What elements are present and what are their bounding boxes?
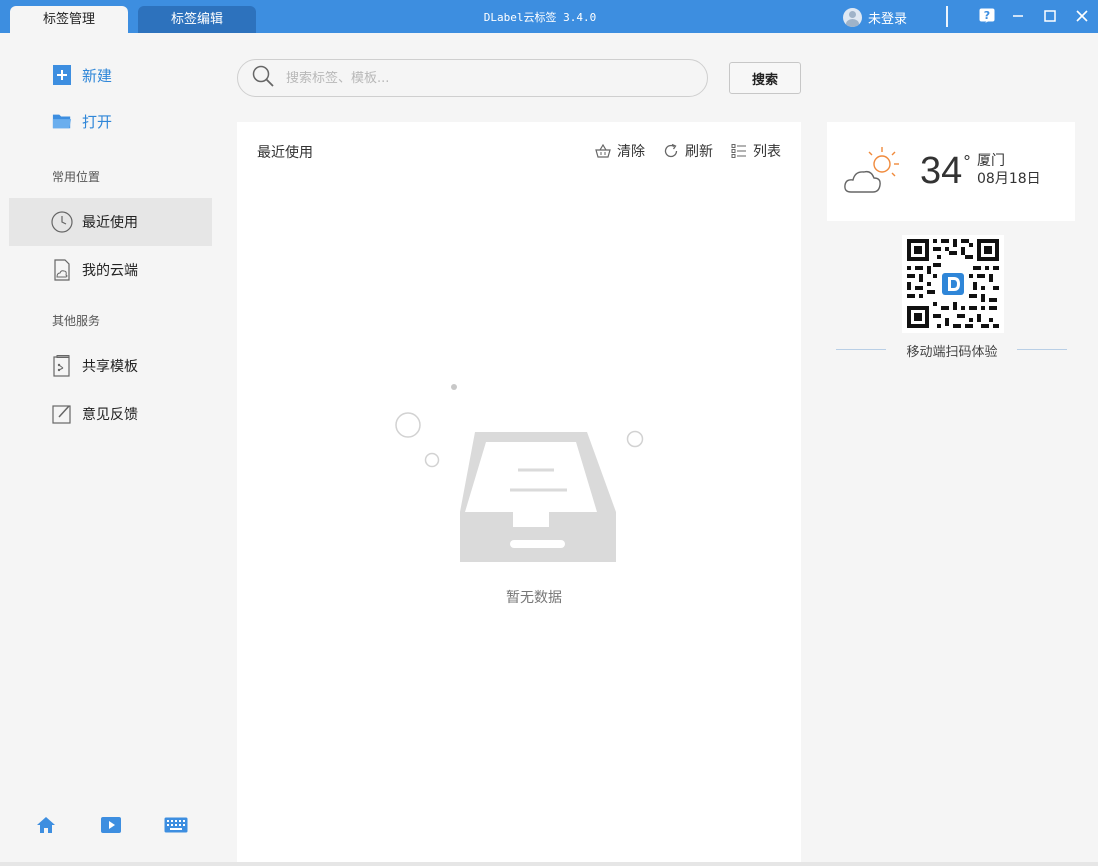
keyboard-icon[interactable] bbox=[164, 817, 188, 837]
new-file-icon bbox=[53, 65, 71, 85]
section-other-services: 其他服务 bbox=[52, 314, 101, 328]
section-common-locations: 常用位置 bbox=[52, 170, 101, 184]
tab-label-management[interactable]: 标签管理 bbox=[10, 6, 128, 33]
cloud-document-icon bbox=[54, 259, 70, 281]
folder-icon bbox=[52, 114, 72, 129]
minimize-icon[interactable] bbox=[1008, 6, 1028, 26]
clock-icon bbox=[51, 211, 73, 233]
refresh-label: 刷新 bbox=[685, 144, 713, 160]
qr-caption-line-left bbox=[836, 349, 886, 350]
temperature: 34 bbox=[920, 150, 963, 192]
new-button[interactable]: 新建 bbox=[52, 64, 112, 86]
tab-label-editing[interactable]: 标签编辑 bbox=[138, 6, 256, 33]
search-button[interactable]: 搜索 bbox=[729, 62, 801, 94]
sun-cloud-icon bbox=[844, 147, 899, 193]
sidebar-item-label: 共享模板 bbox=[82, 359, 138, 375]
search-box bbox=[237, 59, 708, 97]
panel-toolbar: 清除 刷新 列表 bbox=[577, 141, 781, 161]
weather-date: 08月18日 bbox=[977, 171, 1041, 187]
refresh-button[interactable]: 刷新 bbox=[663, 141, 713, 161]
help-icon[interactable]: ? bbox=[977, 6, 997, 26]
panel-title: 最近使用 bbox=[257, 145, 313, 161]
sidebar-item-label: 我的云端 bbox=[82, 263, 138, 279]
sidebar: 新建 打开 常用位置 最近使用 我的云端 其他服务 共享模板 意见反馈 bbox=[0, 33, 222, 866]
login-label: 未登录 bbox=[868, 11, 908, 27]
qr-caption-line-right bbox=[1017, 349, 1067, 350]
refresh-icon bbox=[664, 143, 678, 158]
bottom-border bbox=[0, 862, 1098, 866]
titlebar-divider bbox=[946, 6, 948, 27]
list-label: 列表 bbox=[753, 144, 781, 160]
empty-state-text: 暂无数据 bbox=[506, 590, 562, 606]
home-icon[interactable] bbox=[36, 816, 56, 838]
sidebar-item-label: 意见反馈 bbox=[82, 407, 138, 423]
list-icon bbox=[731, 144, 746, 158]
sidebar-bottom-toolbar bbox=[36, 816, 188, 838]
weather-city: 厦门 bbox=[977, 153, 1005, 169]
clear-button[interactable]: 清除 bbox=[595, 141, 645, 161]
sidebar-item-feedback[interactable]: 意见反馈 bbox=[9, 390, 212, 438]
search-input[interactable] bbox=[286, 70, 666, 86]
edit-icon bbox=[52, 405, 71, 424]
svg-text:?: ? bbox=[984, 9, 990, 22]
login-button[interactable]: 未登录 bbox=[843, 7, 907, 27]
video-play-icon[interactable] bbox=[101, 817, 121, 837]
empty-inbox-illustration bbox=[395, 384, 644, 562]
close-icon[interactable] bbox=[1072, 6, 1092, 26]
maximize-icon[interactable] bbox=[1040, 6, 1060, 26]
template-icon bbox=[53, 355, 70, 377]
sidebar-item-recent[interactable]: 最近使用 bbox=[9, 198, 212, 246]
basket-icon bbox=[595, 144, 611, 158]
clear-label: 清除 bbox=[617, 144, 645, 160]
open-button[interactable]: 打开 bbox=[52, 110, 112, 132]
sidebar-item-shared-templates[interactable]: 共享模板 bbox=[9, 342, 212, 390]
sidebar-item-label: 最近使用 bbox=[82, 215, 138, 231]
new-label: 新建 bbox=[82, 66, 113, 85]
qr-caption: 移动端扫码体验 bbox=[906, 345, 998, 360]
list-view-button[interactable]: 列表 bbox=[731, 141, 781, 161]
open-label: 打开 bbox=[82, 112, 113, 131]
app-title: DLabel云标签 3.4.0 bbox=[483, 11, 597, 24]
sidebar-item-my-cloud[interactable]: 我的云端 bbox=[9, 246, 212, 294]
title-bar: 标签管理 标签编辑 DLabel云标签 3.4.0 未登录 ? bbox=[0, 0, 1098, 33]
qr-code bbox=[902, 235, 1004, 333]
avatar bbox=[843, 7, 862, 27]
search-icon bbox=[252, 65, 274, 91]
degree-symbol: ° bbox=[963, 152, 971, 171]
weather-widget: 34 ° 厦门 08月18日 bbox=[827, 122, 1075, 221]
recent-panel: 最近使用 清除 刷新 列表 暂无数据 bbox=[237, 122, 801, 862]
